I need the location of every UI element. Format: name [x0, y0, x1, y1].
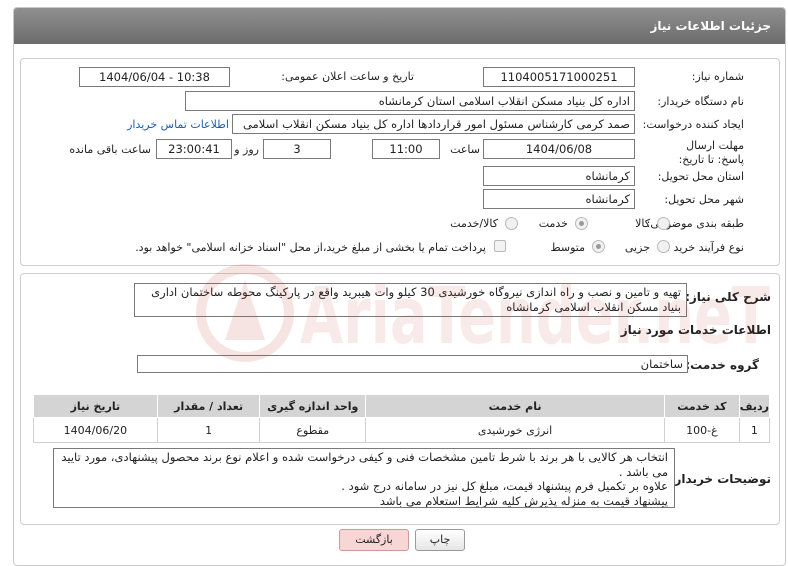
category-both-radio[interactable] [505, 217, 518, 230]
service-group-label: گروه خدمت: [685, 358, 759, 372]
process-minor-radio[interactable] [657, 240, 670, 253]
cell-row-number: 1 [738, 417, 771, 443]
cell-unit: مقطوع [259, 417, 367, 443]
process-medium-radio[interactable] [592, 240, 605, 253]
services-table: ردیف کد خدمت نام خدمت واحد اندازه گیری ت… [33, 394, 771, 443]
description-label: شرح کلی نیاز: [685, 290, 771, 304]
category-service-radio[interactable] [575, 217, 588, 230]
remaining-time-field[interactable]: 23:00:41 [156, 139, 232, 159]
column-header-unit: واحد اندازه گیری [259, 394, 367, 418]
service-group-field[interactable]: ساختمان [137, 355, 688, 373]
province-label: استان محل تحویل: [657, 170, 744, 183]
days-label: روز و [234, 143, 259, 156]
city-field[interactable]: کرمانشاه [483, 189, 635, 209]
description-text: تهیه و تامین و نصب و راه اندازی نیروگاه … [151, 285, 681, 314]
contact-buyer-link[interactable]: اطلاعات تماس خریدار [127, 118, 229, 131]
buyer-note-line: انتخاب هر کالایی با هر برند با شرط تامین… [61, 450, 668, 479]
column-header-name: نام خدمت [365, 394, 665, 418]
buyer-notes-label: توضیحات خریدار: [669, 472, 771, 486]
buyer-notes-textarea[interactable]: انتخاب هر کالایی با هر برند با شرط تامین… [53, 448, 675, 508]
category-goods-label: کالا [635, 217, 650, 230]
process-minor-label: جزیی [624, 241, 650, 254]
print-button[interactable]: چاپ [415, 529, 465, 551]
category-goods-radio[interactable] [657, 217, 670, 230]
creator-field[interactable]: صمد کرمی کارشناس مسئول امور قراردادها اد… [232, 114, 635, 134]
remaining-time-label: ساعت باقی مانده [69, 143, 151, 156]
announce-date-field[interactable]: 1404/06/04 - 10:38 [79, 67, 230, 87]
column-header-date: تاریخ نیاز [33, 394, 158, 418]
city-label: شهر محل تحویل: [664, 193, 744, 206]
services-table-header: ردیف کد خدمت نام خدمت واحد اندازه گیری ت… [33, 394, 771, 418]
need-number-label: شماره نیاز: [691, 70, 744, 83]
column-header-code: کد خدمت [663, 394, 740, 418]
need-number-field[interactable]: 1104005171000251 [483, 67, 635, 87]
deadline-date-field[interactable]: 1404/06/08 [483, 139, 635, 159]
buyer-note-line: علاوه بر تکمیل فرم پیشنهاد قیمت، مبلغ کل… [341, 479, 668, 493]
process-type-label: نوع فرآیند خرید : [666, 241, 744, 254]
buyer-org-field[interactable]: اداره کل بنیاد مسکن انقلاب اسلامی استان … [185, 91, 635, 111]
creator-label: ایجاد کننده درخواست: [642, 118, 744, 131]
announce-date-label: تاریخ و ساعت اعلان عمومی: [281, 70, 414, 83]
description-textarea[interactable]: تهیه و تامین و نصب و راه اندازی نیروگاه … [134, 283, 687, 317]
buyer-org-label: نام دستگاه خریدار: [657, 95, 744, 108]
remaining-days-field[interactable]: 3 [263, 139, 331, 159]
cell-need-date: 1404/06/20 [33, 417, 158, 443]
category-both-label: کالا/خدمت [450, 217, 498, 230]
payment-note: پرداخت تمام یا بخشی از مبلغ خرید،از محل … [135, 241, 486, 254]
buyer-note-line: پیشنهاد قیمت به منزله پذیرش کلیه شرایط ا… [379, 493, 668, 508]
deadline-time-label: ساعت [450, 143, 480, 156]
column-header-qty: تعداد / مقدار [156, 394, 261, 418]
table-row[interactable]: 1 غ-100 انرژی خورشیدی مقطوع 1 1404/06/20 [33, 417, 771, 443]
cell-quantity: 1 [156, 417, 261, 443]
column-header-row: ردیف [738, 394, 771, 418]
cell-service-code: غ-100 [663, 417, 740, 443]
deadline-label: مهلت ارسال پاسخ: تا تاریخ: [678, 139, 744, 166]
services-section-title: اطلاعات خدمات مورد نیاز [620, 323, 771, 337]
category-service-label: خدمت [538, 217, 568, 230]
deadline-time-field[interactable]: 11:00 [372, 139, 440, 159]
treasury-payment-checkbox[interactable] [494, 240, 506, 252]
back-button[interactable]: بازگشت [339, 529, 409, 551]
page-title: جزئیات اطلاعات نیاز [14, 8, 785, 44]
cell-service-name: انرژی خورشیدی [365, 417, 665, 443]
province-field[interactable]: کرمانشاه [483, 166, 635, 186]
process-medium-label: متوسط [550, 241, 585, 254]
